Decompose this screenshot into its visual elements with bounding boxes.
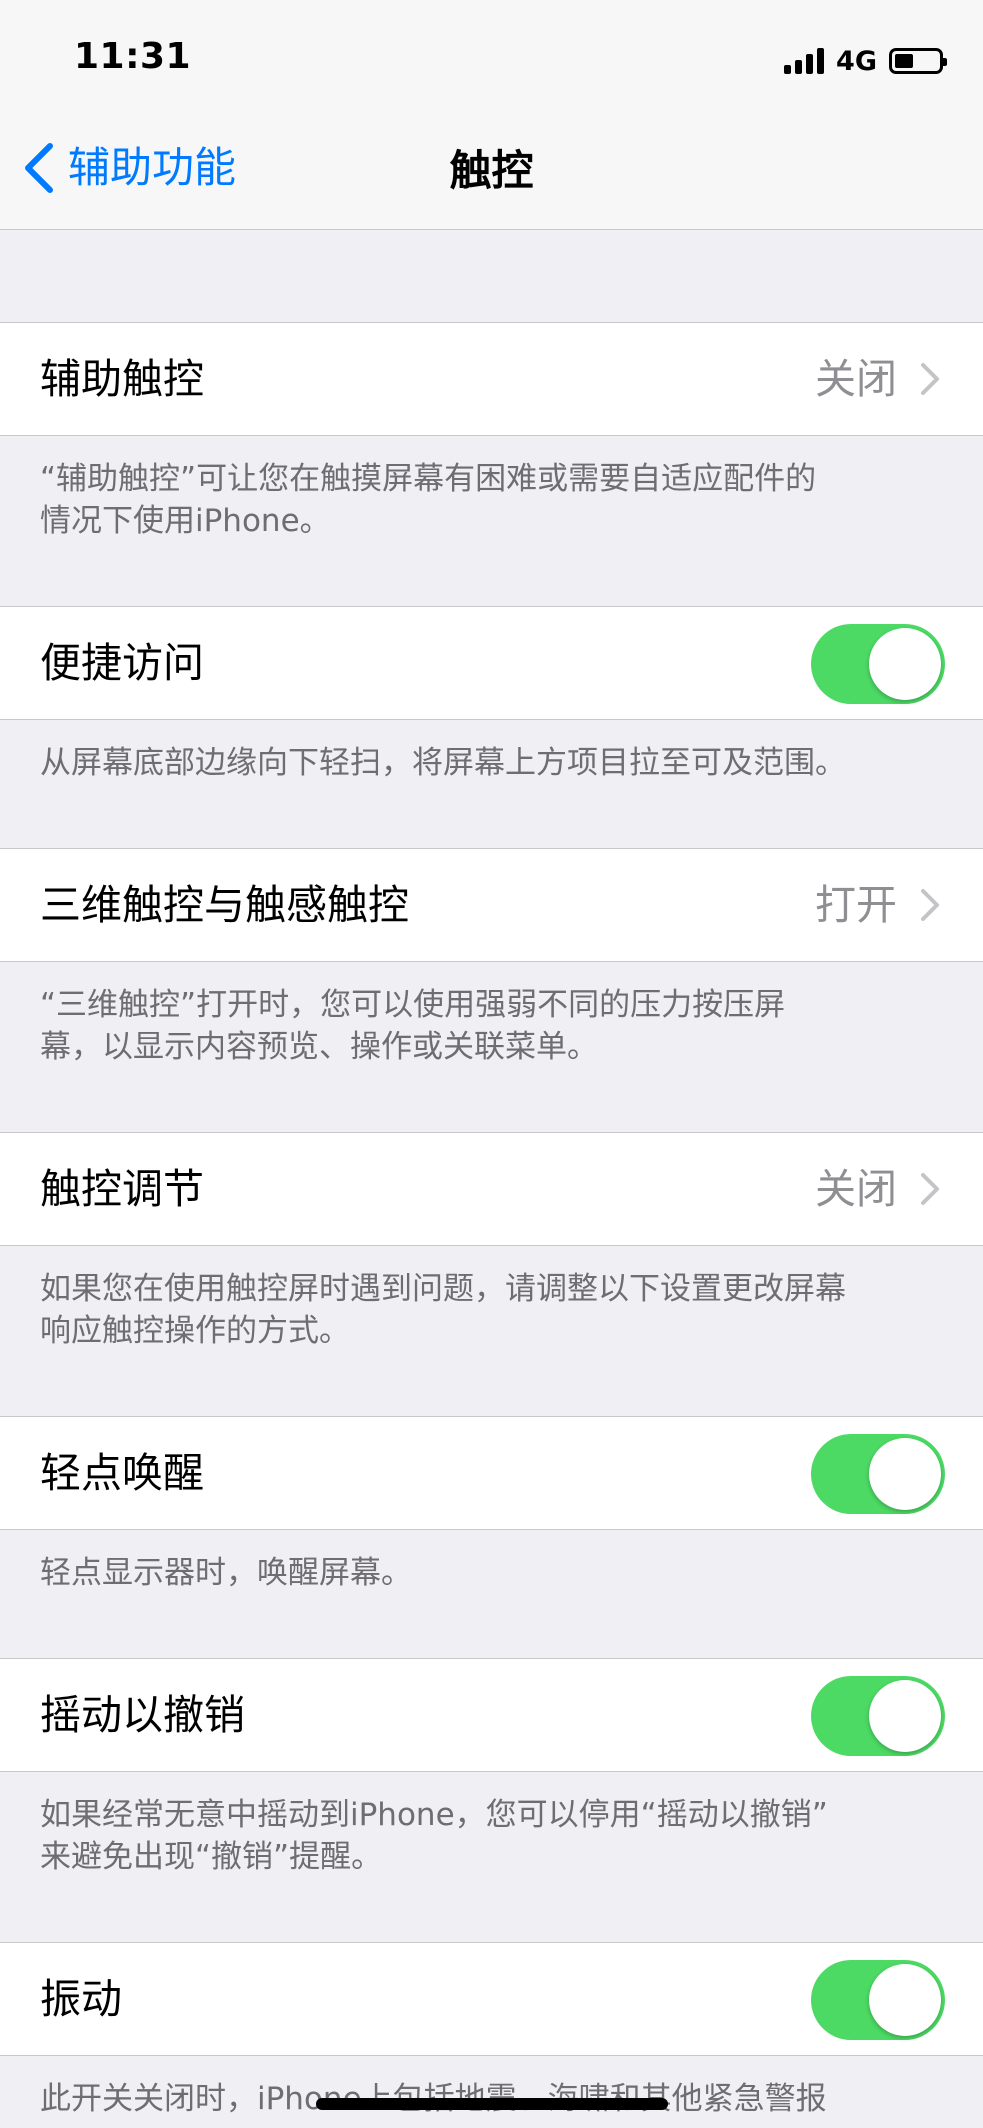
status-time: 11:31 xyxy=(74,36,192,77)
settings-screen: 11:31 4G 辅助功能 触控 辅助触控 关闭 “辅助触控”可让您在触摸屏幕有… xyxy=(0,0,983,2128)
setting-footnote: 从屏幕底部边缘向下轻扫，将屏幕上方项目拉至可及范围。 xyxy=(40,745,846,781)
setting-row-shake-to-undo: 摇动以撤销 xyxy=(0,1658,983,1772)
setting-label: 辅助触控 xyxy=(40,355,204,403)
setting-value: 关闭 xyxy=(815,1165,897,1213)
setting-row-3d-touch[interactable]: 三维触控与触感触控 打开 xyxy=(0,848,983,962)
setting-value: 关闭 xyxy=(815,355,897,403)
setting-row-tap-to-wake: 轻点唤醒 xyxy=(0,1416,983,1530)
vibration-toggle[interactable] xyxy=(811,1960,945,2040)
navigation-bar: 辅助功能 触控 xyxy=(0,100,983,230)
reachability-toggle[interactable] xyxy=(811,624,945,704)
network-type-label: 4G xyxy=(836,45,877,77)
setting-label: 轻点唤醒 xyxy=(40,1449,204,1497)
status-indicators: 4G xyxy=(784,44,947,78)
setting-row-vibration: 振动 xyxy=(0,1942,983,2056)
setting-value: 打开 xyxy=(815,881,897,929)
chevron-right-icon xyxy=(921,889,939,921)
setting-label: 便捷访问 xyxy=(40,639,204,687)
setting-footnote: “辅助触控”可让您在触摸屏幕有困难或需要自适应配件的 情况下使用iPhone。 xyxy=(40,461,817,539)
settings-list: 辅助触控 关闭 “辅助触控”可让您在触摸屏幕有困难或需要自适应配件的 情况下使用… xyxy=(0,230,983,2128)
setting-label: 摇动以撤销 xyxy=(40,1691,245,1739)
status-bar: 11:31 4G xyxy=(0,0,983,100)
setting-footnote: 如果您在使用触控屏时遇到问题，请调整以下设置更改屏幕 响应触控操作的方式。 xyxy=(40,1271,846,1349)
setting-label: 振动 xyxy=(40,1975,122,2023)
setting-label: 触控调节 xyxy=(40,1165,204,1213)
setting-footnote: 如果经常无意中摇动到iPhone，您可以停用“摇动以撤销” 来避免出现“撤销”提… xyxy=(40,1797,828,1875)
setting-footnote: 轻点显示器时，唤醒屏幕。 xyxy=(40,1555,412,1591)
page-title: 触控 xyxy=(449,146,534,195)
shake-to-undo-toggle[interactable] xyxy=(811,1676,945,1756)
setting-footnote: “三维触控”打开时，您可以使用强弱不同的压力按压屏 幕，以显示内容预览、操作或关… xyxy=(40,987,786,1065)
setting-row-reachability: 便捷访问 xyxy=(0,606,983,720)
battery-icon xyxy=(889,48,947,74)
signal-bars-icon xyxy=(784,48,825,74)
setting-label: 三维触控与触感触控 xyxy=(40,881,409,929)
home-indicator[interactable] xyxy=(316,2098,668,2110)
chevron-right-icon xyxy=(921,363,939,395)
setting-row-assistive-touch[interactable]: 辅助触控 关闭 xyxy=(0,322,983,436)
setting-footnote: 此开关关闭时，iPhone上包括地震、海啸和其他紧急警报 xyxy=(0,2056,983,2128)
tap-to-wake-toggle[interactable] xyxy=(811,1434,945,1514)
chevron-right-icon xyxy=(921,1173,939,1205)
setting-row-touch-accommodations[interactable]: 触控调节 关闭 xyxy=(0,1132,983,1246)
